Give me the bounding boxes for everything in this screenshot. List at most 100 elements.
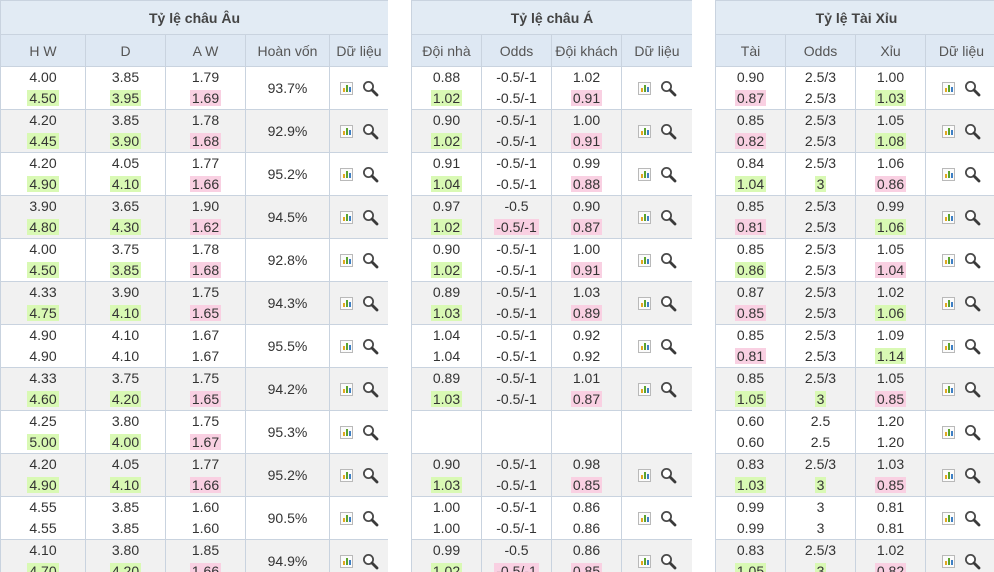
bar-chart-icon[interactable] (942, 296, 955, 310)
bar-chart-icon[interactable] (942, 339, 955, 353)
bar-chart-icon[interactable] (942, 468, 955, 482)
under-odds-cell-opening: 1.02 (857, 541, 925, 562)
magnifier-icon[interactable] (964, 424, 981, 441)
total-line-cell: 2.5/3 3 (785, 152, 856, 196)
odds-value: 4.55 (29, 499, 57, 515)
odds-value: 0.90 (572, 198, 601, 214)
bar-chart-icon[interactable] (637, 296, 651, 310)
bar-chart-icon[interactable] (637, 81, 651, 95)
home-odds-cell-current: 1.00 (413, 518, 481, 539)
bar-chart-icon[interactable] (942, 554, 955, 568)
magnifier-icon[interactable] (362, 295, 379, 312)
bar-chart-icon[interactable] (942, 167, 955, 181)
magnifier-icon[interactable] (964, 166, 981, 183)
bar-chart-icon[interactable] (339, 382, 353, 396)
bar-chart-icon[interactable] (637, 468, 651, 482)
magnifier-icon[interactable] (964, 510, 981, 527)
bar-chart-icon[interactable] (637, 554, 651, 568)
bar-chart-icon[interactable] (339, 339, 353, 353)
bar-chart-icon[interactable] (339, 253, 353, 267)
magnifier-icon[interactable] (660, 80, 677, 97)
home-odds-cell-opening: 0.91 (413, 154, 481, 175)
magnifier-icon[interactable] (660, 166, 677, 183)
magnifier-icon[interactable] (362, 510, 379, 527)
bar-chart-icon[interactable] (942, 511, 955, 525)
bar-chart-icon[interactable] (942, 425, 955, 439)
bar-chart-icon[interactable] (339, 210, 353, 224)
odds-value: -0.5/-1 (496, 112, 537, 128)
total-line-cell: 2.5/3 2.5/3 (785, 195, 856, 239)
magnifier-icon[interactable] (660, 209, 677, 226)
data-links-cell (329, 109, 388, 153)
magnifier-icon[interactable] (660, 295, 677, 312)
over-odds-cell-opening: 0.84 (717, 154, 785, 175)
bar-chart-icon[interactable] (637, 382, 651, 396)
magnifier-icon[interactable] (660, 467, 677, 484)
bar-chart-icon[interactable] (637, 167, 651, 181)
away-odds-cell-current: 0.91 (553, 131, 621, 152)
bar-chart-icon[interactable] (637, 124, 651, 138)
magnifier-icon[interactable] (362, 252, 379, 269)
bar-chart-icon[interactable] (637, 210, 651, 224)
odds-value: 1.03 (734, 477, 767, 493)
table-row: 0.90 1.02 -0.5/-1 -0.5/-1 1.00 0.91 (411, 238, 692, 282)
magnifier-icon[interactable] (964, 123, 981, 140)
bar-chart-icon[interactable] (339, 296, 353, 310)
magnifier-icon[interactable] (660, 553, 677, 570)
odds-value: 4.33 (29, 284, 57, 300)
bar-chart-icon[interactable] (942, 81, 955, 95)
europe-odds-table: Tỷ lệ châu Âu H W D A W Hoàn vốn Dữ liệu… (0, 0, 388, 572)
home-win-cell-current: 4.55 (2, 518, 85, 539)
magnifier-icon[interactable] (362, 424, 379, 441)
away-odds-cell-opening: 1.02 (553, 68, 621, 89)
magnifier-icon[interactable] (362, 80, 379, 97)
magnifier-icon[interactable] (964, 80, 981, 97)
away-win-cell: 1.67 1.67 (165, 324, 246, 368)
magnifier-icon[interactable] (362, 123, 379, 140)
magnifier-icon[interactable] (660, 252, 677, 269)
home-win-cell-current: 4.50 (2, 260, 85, 281)
bar-chart-icon[interactable] (637, 253, 651, 267)
bar-chart-icon[interactable] (339, 425, 353, 439)
magnifier-icon[interactable] (362, 209, 379, 226)
magnifier-icon[interactable] (362, 381, 379, 398)
magnifier-icon[interactable] (362, 553, 379, 570)
bar-chart-icon[interactable] (339, 81, 353, 95)
draw-cell-current: 4.30 (87, 217, 165, 238)
magnifier-icon[interactable] (660, 123, 677, 140)
magnifier-icon[interactable] (964, 252, 981, 269)
bar-chart-icon[interactable] (942, 253, 955, 267)
magnifier-icon[interactable] (660, 338, 677, 355)
bar-chart-icon[interactable] (339, 554, 353, 568)
total-line-cell-opening: 2.5/3 (787, 541, 855, 562)
magnifier-icon[interactable] (964, 209, 981, 226)
magnifier-icon[interactable] (660, 381, 677, 398)
table-row: 0.85 0.86 2.5/3 2.5/3 1.05 1.04 (715, 238, 994, 282)
draw-cell-current: 4.00 (87, 432, 165, 453)
magnifier-icon[interactable] (964, 467, 981, 484)
magnifier-icon[interactable] (362, 166, 379, 183)
magnifier-icon[interactable] (660, 510, 677, 527)
bar-chart-icon[interactable] (942, 382, 955, 396)
bar-chart-icon[interactable] (637, 339, 651, 353)
away-win-cell-current: 1.68 (167, 260, 245, 281)
odds-value: 1.90 (191, 198, 220, 214)
bar-chart-icon[interactable] (339, 511, 353, 525)
bar-chart-icon[interactable] (339, 468, 353, 482)
handicap-cell-current: -0.5/-1 (483, 561, 551, 572)
draw-cell: 3.85 3.90 (85, 109, 166, 153)
magnifier-icon[interactable] (964, 553, 981, 570)
magnifier-icon[interactable] (964, 338, 981, 355)
bar-chart-icon[interactable] (339, 167, 353, 181)
magnifier-icon[interactable] (362, 338, 379, 355)
magnifier-icon[interactable] (964, 295, 981, 312)
magnifier-icon[interactable] (362, 467, 379, 484)
magnifier-icon[interactable] (964, 381, 981, 398)
total-line-cell: 2.5 2.5 (785, 410, 856, 454)
bar-chart-icon[interactable] (942, 124, 955, 138)
bar-chart-icon[interactable] (339, 124, 353, 138)
data-links-cell (924, 453, 994, 497)
bar-chart-icon[interactable] (637, 511, 651, 525)
bar-chart-icon[interactable] (942, 210, 955, 224)
under-odds-cell-opening: 1.05 (857, 369, 925, 390)
